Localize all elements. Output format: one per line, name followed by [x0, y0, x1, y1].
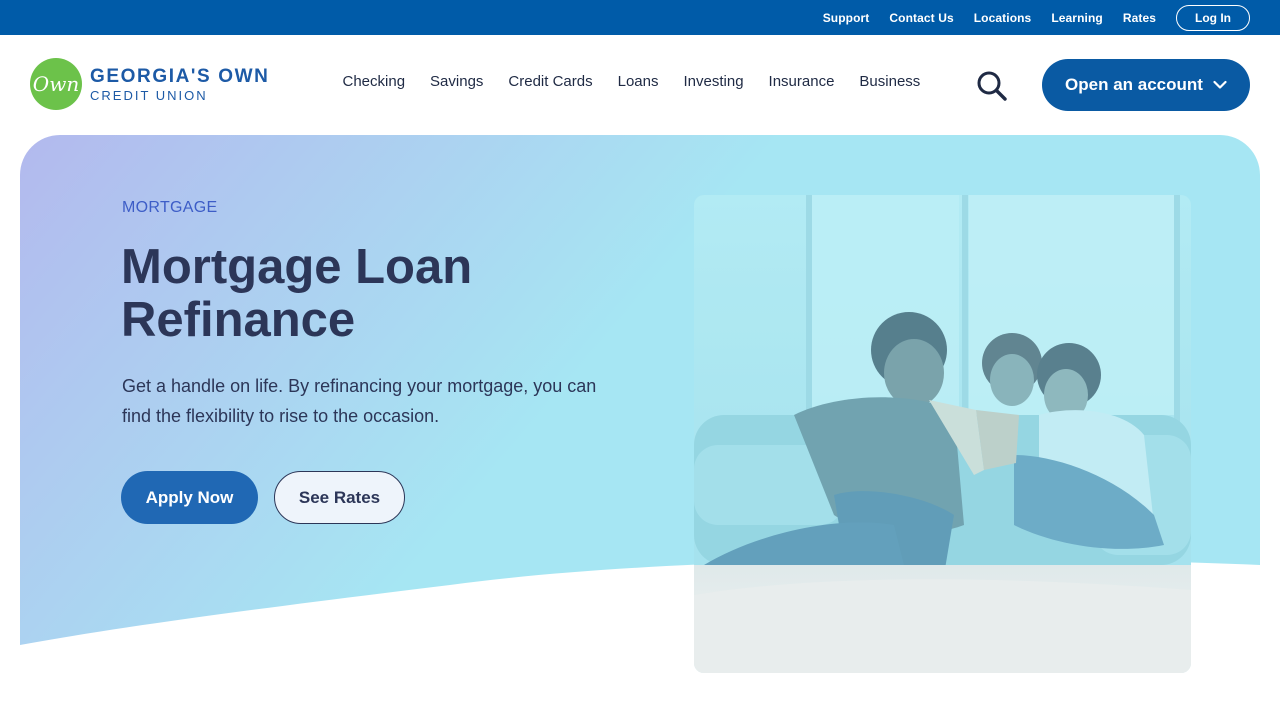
nav-item-savings[interactable]: Savings	[430, 73, 483, 90]
utility-link-support[interactable]: Support	[823, 11, 870, 25]
utility-link-contact-us[interactable]: Contact Us	[889, 11, 953, 25]
open-account-button[interactable]: Open an account	[1042, 59, 1250, 111]
family-photo-illustration	[694, 195, 1191, 673]
logo-wordmark: GEORGIA'S OWN CREDIT UNION	[90, 67, 269, 102]
hero-photo	[694, 195, 1191, 673]
nav-item-loans[interactable]: Loans	[618, 73, 659, 90]
primary-nav: Checking Savings Credit Cards Loans Inve…	[330, 73, 933, 90]
logo-mark: Own	[30, 58, 82, 110]
nav-item-credit-cards[interactable]: Credit Cards	[508, 73, 592, 90]
nav-item-investing[interactable]: Investing	[684, 73, 744, 90]
open-account-label: Open an account	[1065, 75, 1203, 94]
chevron-down-icon	[1213, 80, 1227, 89]
utility-link-locations[interactable]: Locations	[974, 11, 1032, 25]
main-header: Own GEORGIA'S OWN CREDIT UNION Checking …	[0, 35, 1280, 135]
page-title: Mortgage Loan Refinance	[121, 240, 473, 347]
see-rates-button[interactable]: See Rates	[274, 471, 405, 524]
apply-now-button[interactable]: Apply Now	[121, 471, 258, 524]
search-icon[interactable]	[976, 71, 1008, 101]
nav-item-checking[interactable]: Checking	[343, 73, 406, 90]
logo-subtitle: CREDIT UNION	[90, 87, 208, 103]
utility-link-learning[interactable]: Learning	[1051, 11, 1102, 25]
hero-description: Get a handle on life. By refinancing you…	[122, 376, 597, 426]
logo[interactable]: Own GEORGIA'S OWN CREDIT UNION	[30, 58, 269, 110]
logo-name: GEORGIA'S OWN	[90, 65, 270, 87]
nav-item-insurance[interactable]: Insurance	[769, 73, 835, 90]
hero-eyebrow: MORTGAGE	[122, 199, 218, 216]
login-button[interactable]: Log In	[1176, 4, 1250, 31]
utility-bar: Support Contact Us Locations Learning Ra…	[0, 0, 1280, 35]
hero-section: MORTGAGE Mortgage Loan Refinance Get a h…	[20, 135, 1260, 675]
nav-item-business[interactable]: Business	[859, 73, 920, 90]
utility-link-rates[interactable]: Rates	[1123, 11, 1156, 25]
